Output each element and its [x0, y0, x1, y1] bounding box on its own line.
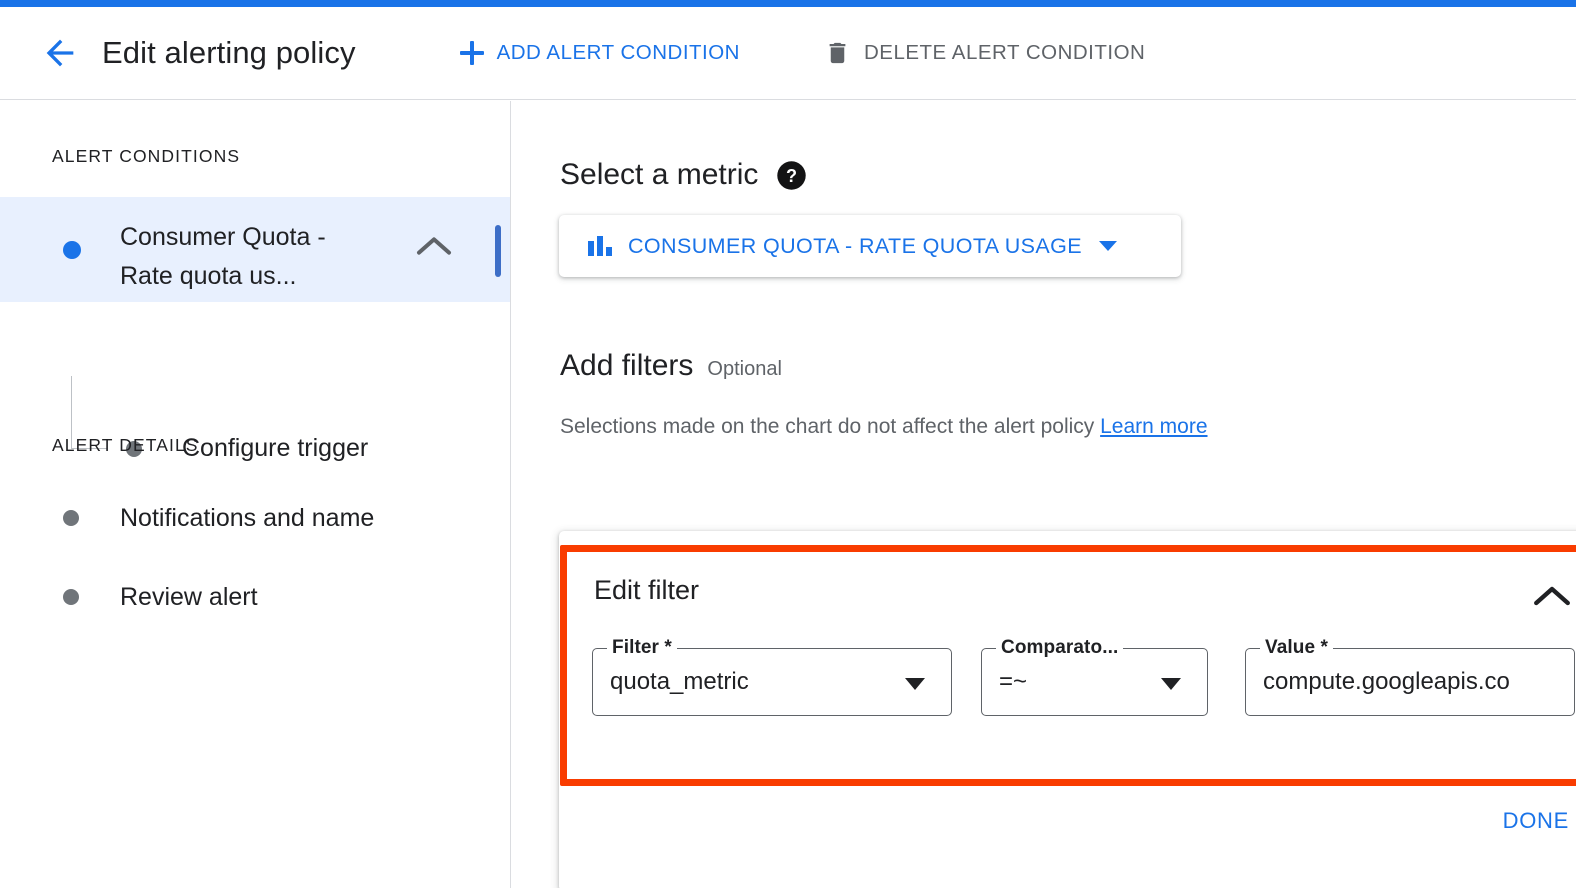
edit-filter-title: Edit filter [594, 575, 699, 606]
page-title: Edit alerting policy [102, 35, 356, 71]
add-filters-heading: Add filters [560, 349, 693, 383]
filter-field-value: quota_metric [610, 668, 749, 696]
plus-icon [459, 40, 485, 66]
comparator-field-select[interactable]: Comparato... =~ [981, 648, 1208, 716]
caret-down-icon [905, 678, 925, 690]
filter-field-legend: Filter * [607, 637, 677, 659]
comparator-field-legend: Comparato... [996, 637, 1123, 659]
filter-field-select[interactable]: Filter * quota_metric [592, 648, 952, 716]
add-alert-condition-label: ADD ALERT CONDITION [497, 41, 740, 65]
add-alert-condition-button[interactable]: ADD ALERT CONDITION [453, 31, 746, 75]
sidebar-item-notifications-and-name-label: Notifications and name [120, 504, 374, 533]
back-button[interactable] [36, 29, 84, 77]
select-metric-heading-row: Select a metric ? [560, 158, 1576, 192]
bar-chart-icon [587, 233, 614, 259]
done-button[interactable]: DONE [1493, 800, 1576, 842]
sidebar-item-label-line2: Rate quota us... [120, 257, 326, 296]
metric-select-button-label: CONSUMER QUOTA - RATE QUOTA USAGE [628, 234, 1082, 259]
arrow-back-icon [40, 33, 80, 73]
chevron-up-icon[interactable] [1531, 583, 1573, 614]
add-filters-note-text: Selections made on the chart do not affe… [560, 415, 1094, 438]
sidebar-item-review-alert[interactable]: Review alert [0, 563, 510, 631]
add-filters-note: Selections made on the chart do not affe… [560, 415, 1576, 439]
add-filters-optional-tag: Optional [707, 358, 782, 381]
learn-more-link[interactable]: Learn more [1100, 415, 1207, 438]
trash-icon [824, 38, 851, 68]
sidebar-item-consumer-quota-label: Consumer Quota - Rate quota us... [120, 218, 326, 296]
caret-down-icon [1161, 678, 1181, 690]
sidebar-item-notifications-and-name[interactable]: Notifications and name [0, 484, 510, 552]
chevron-up-icon[interactable] [414, 233, 454, 264]
metric-select-button[interactable]: CONSUMER QUOTA - RATE QUOTA USAGE [559, 215, 1181, 277]
delete-alert-condition-label: DELETE ALERT CONDITION [864, 41, 1145, 65]
selected-item-indicator [495, 225, 501, 277]
sidebar-item-label-line1: Consumer Quota - [120, 218, 326, 257]
value-field-legend: Value * [1260, 637, 1333, 659]
sidebar-section-alert-details: ALERT DETAILS [0, 393, 510, 456]
step-dot-active [63, 241, 81, 259]
delete-alert-condition-button[interactable]: DELETE ALERT CONDITION [818, 31, 1151, 75]
app-root: Edit alerting policy ADD ALERT CONDITION… [0, 0, 1576, 888]
value-field-value: compute.googleapis.co [1263, 668, 1510, 696]
comparator-field-value: =~ [999, 668, 1027, 696]
svg-text:?: ? [786, 166, 797, 186]
main-content: Select a metric ? CONSUMER QUOTA - RATE … [512, 101, 1576, 888]
add-filters-heading-row: Add filters Optional [560, 349, 1576, 383]
value-field-input[interactable]: Value * compute.googleapis.co [1245, 648, 1575, 716]
page-header: Edit alerting policy ADD ALERT CONDITION… [0, 7, 1576, 100]
sidebar: ALERT CONDITIONS Consumer Quota - Rate q… [0, 101, 511, 888]
edit-filter-card: Edit filter Filter * quota_metric Compar… [559, 531, 1576, 888]
sidebar-item-consumer-quota[interactable]: Consumer Quota - Rate quota us... [0, 197, 510, 302]
select-metric-heading: Select a metric [560, 158, 758, 192]
sidebar-item-review-alert-label: Review alert [120, 583, 258, 612]
sidebar-section-alert-conditions: ALERT CONDITIONS [0, 101, 510, 167]
filter-fields-row: Filter * quota_metric Comparato... =~ Va… [592, 648, 1575, 716]
step-dot [63, 589, 79, 605]
caret-down-icon [1099, 241, 1117, 251]
brand-top-bar [0, 0, 1576, 7]
step-dot [63, 510, 79, 526]
help-icon[interactable]: ? [776, 160, 807, 191]
